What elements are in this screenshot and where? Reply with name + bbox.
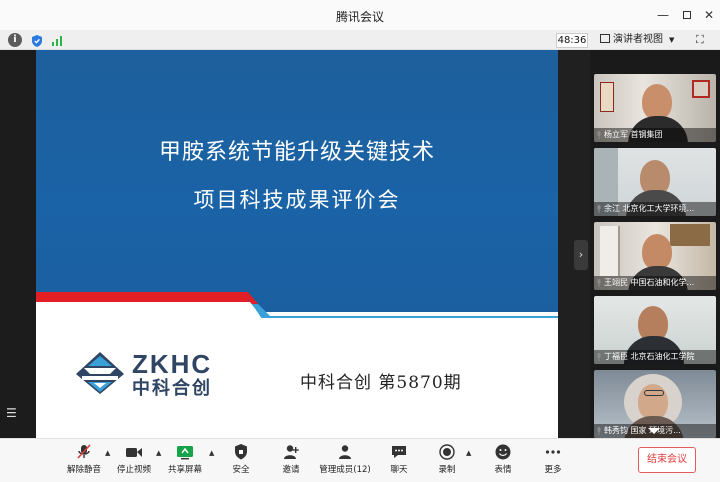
- chevron-down-icon: ▼: [669, 36, 675, 44]
- participant-tile[interactable]: 王翊民 中国石油和化学...: [594, 222, 716, 290]
- share-screen-button[interactable]: 共享屏幕: [164, 443, 206, 475]
- window-title: 腾讯会议: [335, 10, 384, 24]
- grid-icon: [600, 34, 610, 43]
- end-meeting-button[interactable]: 结束会议: [638, 447, 696, 473]
- slide-header-background: [36, 50, 558, 312]
- info-icon[interactable]: i: [8, 33, 22, 47]
- stop-video-label: 停止视频: [116, 465, 151, 475]
- meeting-timer: 48:36: [556, 33, 588, 48]
- left-margin: ☰: [0, 50, 36, 438]
- logo-text-cn: 中科合创: [132, 378, 212, 399]
- shared-slide: 甲胺系统节能升级关键技术 项目科技成果评价会 ZKHC 中科合创 中科合创 第5…: [36, 50, 558, 438]
- security-button[interactable]: 安全: [226, 443, 256, 475]
- audio-options-caret-icon[interactable]: ▲: [105, 449, 110, 457]
- manage-members-label: 管理成员(12): [319, 465, 371, 475]
- manage-members-button[interactable]: 管理成员(12): [316, 443, 374, 475]
- view-mode-label: 演讲者视图: [613, 34, 663, 45]
- zkhc-logo-mark: [76, 352, 124, 394]
- stop-video-button[interactable]: 停止视频: [114, 443, 154, 475]
- maximize-icon[interactable]: [680, 8, 694, 22]
- emoji-label: 表情: [494, 465, 512, 475]
- meeting-info-bar: i 48:36 演讲者视图 ▼ ⛶: [0, 30, 720, 50]
- record-button[interactable]: 录制: [432, 443, 462, 475]
- more-label: 更多: [544, 465, 562, 475]
- participant-tile[interactable]: 丁福臣 北京石油化工学院: [594, 296, 716, 364]
- mic-muted-icon: [77, 444, 91, 459]
- slide-stripes: [36, 292, 558, 330]
- members-icon: [339, 445, 351, 459]
- slide-issue-number: 中科合创 第5870期: [300, 373, 462, 393]
- participant-name: 余江 北京化工大学环境...: [594, 202, 716, 216]
- share-screen-icon: [177, 446, 193, 460]
- fullscreen-icon[interactable]: ⛶: [696, 34, 707, 45]
- video-camera-icon: [126, 448, 142, 457]
- add-user-icon: [284, 445, 299, 459]
- participant-name: 王翊民 中国石油和化学...: [594, 276, 716, 290]
- signal-icon[interactable]: [50, 33, 64, 47]
- shield-icon: [235, 444, 247, 460]
- share-options-caret-icon[interactable]: ▲: [209, 449, 214, 457]
- security-label: 安全: [232, 465, 250, 475]
- participant-video-panel: 杨立军 首钢集团 余江 北京化工大学环境... 王翊民 中国石油和化学... 丁…: [590, 50, 720, 438]
- participant-tile[interactable]: 余江 北京化工大学环境...: [594, 148, 716, 216]
- slide-title-line2: 项目科技成果评价会: [193, 188, 401, 212]
- record-icon: [439, 444, 455, 460]
- unmute-button[interactable]: 解除静音: [64, 443, 104, 475]
- more-button[interactable]: 更多: [538, 443, 568, 475]
- participant-name: 丁福臣 北京石油化工学院: [594, 350, 716, 364]
- record-label: 录制: [438, 465, 456, 475]
- chat-label: 聊天: [390, 465, 408, 475]
- share-screen-label: 共享屏幕: [167, 465, 202, 475]
- collapse-panel-button[interactable]: ›: [574, 240, 588, 270]
- chat-icon: [392, 446, 406, 458]
- title-bar: 腾讯会议 — ✕: [0, 0, 720, 30]
- slide-title-line1: 甲胺系统节能升级关键技术: [158, 140, 435, 165]
- shield-icon[interactable]: [30, 33, 44, 47]
- minimize-icon[interactable]: —: [656, 8, 670, 22]
- participant-name: 杨立军 首钢集团: [594, 128, 716, 142]
- more-dots-icon: [545, 450, 561, 454]
- close-icon[interactable]: ✕: [702, 8, 716, 22]
- invite-button[interactable]: 邀请: [276, 443, 306, 475]
- participant-tile[interactable]: 杨立军 首钢集团: [594, 74, 716, 142]
- meeting-toolbar: 解除静音 ▲ 停止视频 ▲ 共享屏幕 ▲ 安全 邀请 管理成员(12) 聊天 录…: [0, 438, 720, 482]
- video-options-caret-icon[interactable]: ▲: [156, 449, 161, 457]
- view-mode-dropdown[interactable]: 演讲者视图 ▼: [600, 32, 674, 48]
- unmute-label: 解除静音: [66, 465, 101, 475]
- record-options-caret-icon[interactable]: ▲: [466, 449, 471, 457]
- tencent-meeting-window: 腾讯会议 — ✕ i 48:36 演讲者视图 ▼ ⛶ ☰ 甲胺系统节能升级关键技术…: [0, 0, 720, 482]
- list-icon[interactable]: ☰: [6, 406, 17, 420]
- emoji-icon: [495, 444, 511, 460]
- scroll-down-arrow[interactable]: [648, 428, 660, 434]
- emoji-button[interactable]: 表情: [488, 443, 518, 475]
- meeting-main-area: ☰ 甲胺系统节能升级关键技术 项目科技成果评价会 ZKHC 中科合创 中科合创 …: [0, 50, 720, 438]
- invite-label: 邀请: [282, 465, 300, 475]
- chat-button[interactable]: 聊天: [384, 443, 414, 475]
